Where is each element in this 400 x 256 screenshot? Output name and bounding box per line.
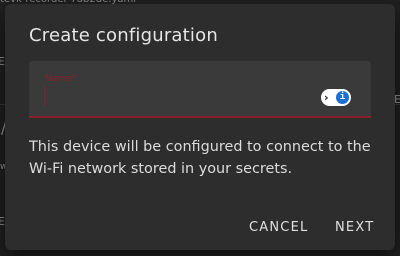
chevron-right-icon: › bbox=[324, 91, 329, 104]
name-field-label: Name* bbox=[45, 74, 77, 84]
dialog-description: This device will be configured to connec… bbox=[29, 139, 371, 177]
info-icon: i bbox=[336, 91, 349, 104]
text-cursor bbox=[44, 86, 45, 106]
name-field[interactable]: Name* › i bbox=[29, 61, 371, 118]
password-manager-icon[interactable]: › i bbox=[321, 89, 351, 106]
create-configuration-dialog: Create configuration Name* › i This devi… bbox=[5, 4, 395, 250]
cancel-button[interactable]: CANCEL bbox=[249, 216, 308, 238]
next-button[interactable]: NEXT bbox=[335, 216, 374, 238]
dialog-title: Create configuration bbox=[29, 25, 218, 46]
